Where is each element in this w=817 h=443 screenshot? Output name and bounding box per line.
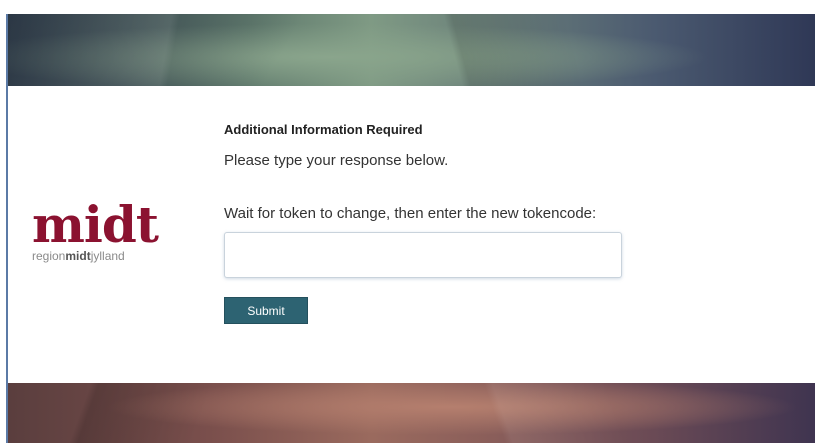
logo-sub-bold: midt [65, 249, 91, 263]
header-banner [8, 14, 815, 86]
tokencode-input[interactable] [224, 232, 622, 278]
auth-form: Additional Information Required Please t… [224, 122, 704, 324]
token-prompt-label: Wait for token to change, then enter the… [224, 205, 597, 222]
submit-button[interactable]: Submit [224, 297, 308, 324]
logo-subtitle: regionmidtjylland [32, 249, 182, 263]
logo-sub-suffix: jylland [90, 249, 125, 263]
form-heading: Additional Information Required [224, 122, 423, 137]
region-midtjylland-logo: midt regionmidtjylland [32, 195, 182, 264]
logo-wordmark: midt [32, 195, 159, 254]
form-instructions: Please type your response below. [224, 152, 449, 169]
login-window: midt regionmidtjylland Additional Inform… [6, 14, 815, 443]
logo-sub-prefix: region [32, 249, 66, 263]
footer-banner [8, 383, 815, 443]
